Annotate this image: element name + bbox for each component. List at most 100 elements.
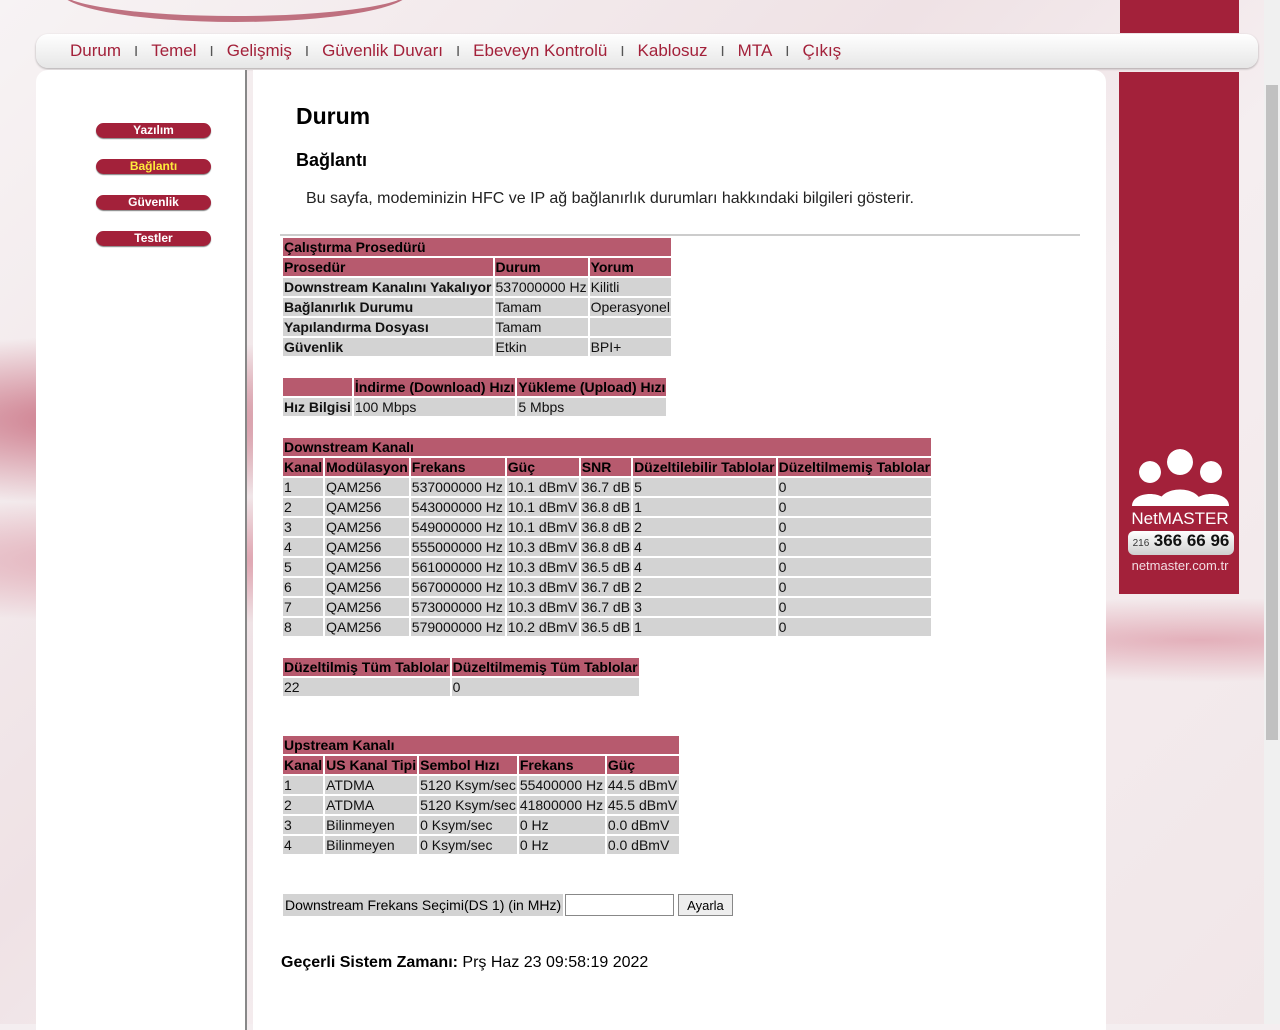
table-cell: Bilinmeyen	[325, 816, 418, 834]
table-cell: 537000000 Hz	[410, 478, 505, 496]
table-cell: 0	[777, 558, 932, 576]
table-cell: 10.3 dBmV	[506, 598, 579, 616]
column-header: Kanal	[283, 756, 324, 774]
nav-separator: I	[720, 42, 725, 60]
table-cell: QAM256	[325, 618, 409, 636]
table-row: 5 QAM256 561000000 Hz 10.3 dBmV 36.5 dB …	[283, 558, 932, 576]
nav-ebeveyn-kontrolu[interactable]: Ebeveyn Kontrolü	[473, 41, 607, 61]
table-row: Downstream Kanalını Yakalıyor 537000000 …	[283, 278, 671, 296]
sidebar-item-guvenlik[interactable]: Güvenlik	[96, 195, 211, 210]
nav-separator: I	[134, 42, 139, 60]
nav-separator: I	[785, 42, 790, 60]
table-cell: 36.5 dB	[580, 618, 632, 636]
column-header: Sembol Hızı	[419, 756, 517, 774]
column-header: Modülasyon	[325, 458, 409, 476]
table-cell: 10.2 dBmV	[506, 618, 579, 636]
table-cell: 4	[633, 538, 776, 556]
nav-kablosuz[interactable]: Kablosuz	[638, 41, 708, 61]
table-cell	[589, 318, 671, 336]
table-cell: 1	[283, 776, 324, 794]
table-row: 8 QAM256 579000000 Hz 10.2 dBmV 36.5 dB …	[283, 618, 932, 636]
support-phone: 216 366 66 96	[1128, 531, 1234, 555]
sidebar-item-baglanti[interactable]: Bağlantı	[96, 159, 211, 174]
page-title: Durum	[296, 103, 371, 129]
system-time: Geçerli Sistem Zamanı: Prş Haz 23 09:58:…	[281, 954, 648, 972]
table-cell: 10.3 dBmV	[506, 538, 579, 556]
column-header: Kanal	[283, 458, 324, 476]
nav-durum[interactable]: Durum	[70, 41, 121, 61]
table-cell: 1	[633, 498, 776, 516]
table-cell: Tamam	[494, 318, 588, 336]
table-cell: 1	[283, 478, 324, 496]
column-header: Düzeltilmiş Tüm Tablolar	[283, 658, 450, 676]
support-agents-icon	[1132, 447, 1229, 506]
set-frequency-button[interactable]: Ayarla	[678, 894, 733, 916]
table-row: 2 QAM256 543000000 Hz 10.1 dBmV 36.8 dB …	[283, 498, 932, 516]
sidebar-panel	[36, 70, 247, 1030]
table-cell: 0 Hz	[518, 836, 605, 854]
sidebar-item-testler[interactable]: Testler	[96, 231, 211, 246]
table-cell: 561000000 Hz	[410, 558, 505, 576]
nav-temel[interactable]: Temel	[151, 41, 196, 61]
table-row: Hız Bilgisi 100 Mbps 5 Mbps	[283, 398, 667, 416]
codeword-totals-table: Düzeltilmiş Tüm Tablolar Düzeltilmemiş T…	[281, 656, 641, 698]
table-cell: 5120 Ksym/sec	[419, 776, 517, 794]
table-cell: 0	[777, 498, 932, 516]
nav-cikis[interactable]: Çıkış	[802, 41, 841, 61]
nav-guvenlik-duvari[interactable]: Güvenlik Duvarı	[322, 41, 443, 61]
table-cell: 1	[633, 618, 776, 636]
column-header: Düzeltilebilir Tablolar	[633, 458, 776, 476]
frequency-input[interactable]	[565, 894, 675, 916]
table-cell: 0 Ksym/sec	[419, 836, 517, 854]
table-row: 4 QAM256 555000000 Hz 10.3 dBmV 36.8 dB …	[283, 538, 932, 556]
table-cell: QAM256	[325, 558, 409, 576]
table-row: Bağlanırlık Durumu Tamam Operasyonel	[283, 298, 671, 316]
download-speed: 100 Mbps	[353, 398, 516, 416]
table-cell: 36.8 dB	[580, 498, 632, 516]
nav-gelismis[interactable]: Gelişmiş	[227, 41, 292, 61]
column-header: İndirme (Download) Hızı	[353, 378, 516, 396]
table-row: Yapılandırma Dosyası Tamam	[283, 318, 671, 336]
table-cell: BPI+	[589, 338, 671, 356]
system-time-value: Prş Haz 23 09:58:19 2022	[462, 954, 649, 971]
startup-procedure-table: Çalıştırma Prosedürü Prosedür Durum Yoru…	[281, 236, 673, 358]
table-cell: QAM256	[325, 578, 409, 596]
system-time-label: Geçerli Sistem Zamanı:	[281, 954, 458, 971]
page-description: Bu sayfa, modeminizin HFC ve IP ağ bağla…	[306, 190, 914, 207]
table-cell: 10.3 dBmV	[506, 578, 579, 596]
table-cell: 44.5 dBmV	[606, 776, 679, 794]
column-header: Düzeltilmemiş Tüm Tablolar	[451, 658, 639, 676]
table-cell: 0	[777, 578, 932, 596]
table-cell: 22	[283, 678, 450, 696]
table-row: 7 QAM256 573000000 Hz 10.3 dBmV 36.7 dB …	[283, 598, 932, 616]
nav-separator: I	[209, 42, 214, 60]
column-header: Yükleme (Upload) Hızı	[517, 378, 667, 396]
scrollbar-thumb[interactable]	[1266, 85, 1278, 740]
upload-speed: 5 Mbps	[517, 398, 667, 416]
table-cell: 8	[283, 618, 324, 636]
table-cell: 579000000 Hz	[410, 618, 505, 636]
table-cell: Güvenlik	[283, 338, 493, 356]
header-red-block	[1120, 0, 1239, 33]
table-cell: 10.3 dBmV	[506, 558, 579, 576]
table-cell: 2	[283, 498, 324, 516]
brand-name: NetMASTER	[1131, 509, 1229, 528]
table-cell: 36.7 dB	[580, 578, 632, 596]
nav-mta[interactable]: MTA	[738, 41, 773, 61]
table-row: 6 QAM256 567000000 Hz 10.3 dBmV 36.7 dB …	[283, 578, 932, 596]
brand-url: netmaster.com.tr	[1131, 558, 1229, 573]
table-cell: 55400000 Hz	[518, 776, 605, 794]
table-cell: 0 Ksym/sec	[419, 816, 517, 834]
table-row: 4 Bilinmeyen 0 Ksym/sec 0 Hz 0.0 dBmV	[283, 836, 679, 854]
table-row: 1 QAM256 537000000 Hz 10.1 dBmV 36.7 dB …	[283, 478, 932, 496]
table-cell: Bağlanırlık Durumu	[283, 298, 493, 316]
section-title: Bağlantı	[296, 150, 368, 170]
table-cell: 36.8 dB	[580, 538, 632, 556]
upstream-channel-table: Upstream Kanalı Kanal US Kanal Tipi Semb…	[281, 734, 681, 856]
column-header: Güç	[506, 458, 579, 476]
top-navigation: Durum I Temel I Gelişmiş I Güvenlik Duva…	[70, 41, 841, 61]
sidebar-item-yazilim[interactable]: Yazılım	[96, 123, 211, 138]
table-title: Çalıştırma Prosedürü	[283, 238, 671, 256]
table-cell: 0.0 dBmV	[606, 836, 679, 854]
table-cell: QAM256	[325, 498, 409, 516]
